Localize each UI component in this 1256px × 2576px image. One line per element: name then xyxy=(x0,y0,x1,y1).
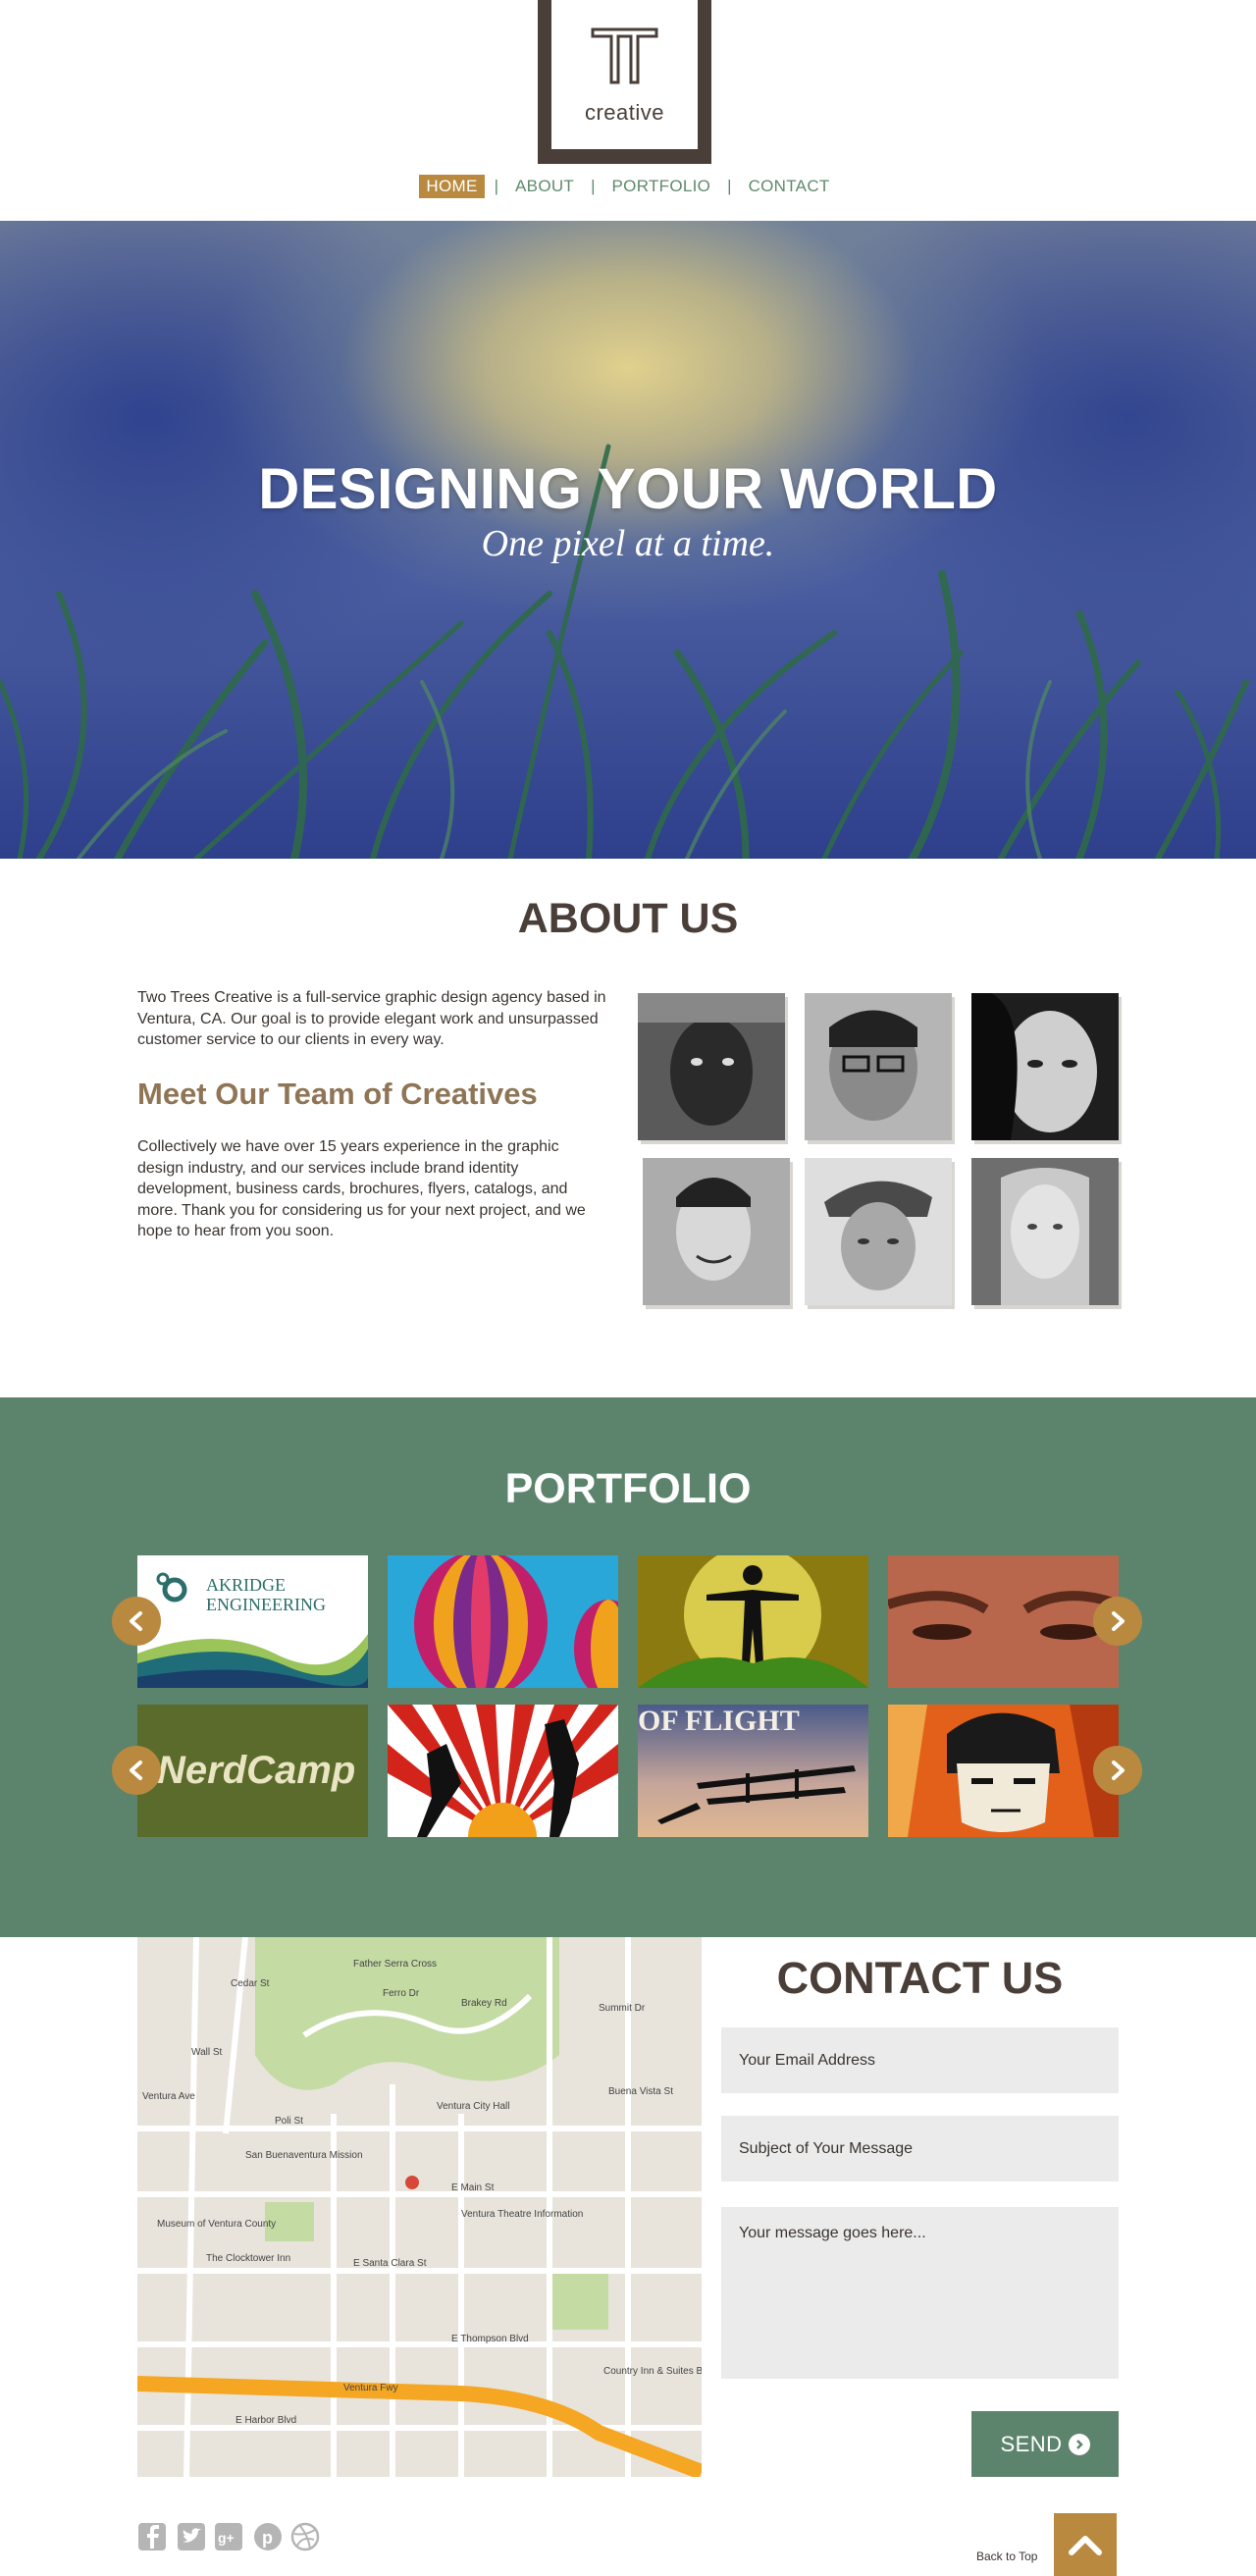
nav-about[interactable]: ABOUT xyxy=(508,175,581,198)
hero-banner: DESIGNING YOUR WORLD One pixel at a time… xyxy=(0,221,1256,859)
svg-text:g+: g+ xyxy=(218,2530,235,2546)
send-label: SEND xyxy=(1000,2431,1063,2456)
portfolio-item[interactable] xyxy=(888,1705,1119,1837)
akridge-text: AKRIDGE xyxy=(206,1575,286,1595)
chevron-left-icon xyxy=(130,1611,142,1631)
back-to-top-button[interactable] xyxy=(1054,2513,1117,2576)
svg-text:p: p xyxy=(262,2528,273,2548)
portfolio-item[interactable]: OF FLIGHT xyxy=(638,1705,868,1837)
hero-title: DESIGNING YOUR WORLD xyxy=(258,457,998,521)
contact-title: CONTACT US xyxy=(776,1953,1064,2003)
chevron-left-icon xyxy=(130,1761,142,1780)
svg-text:Poli St: Poli St xyxy=(275,2116,303,2127)
about-title: ABOUT US xyxy=(517,895,739,942)
team-photo xyxy=(805,993,952,1140)
team-photo xyxy=(971,1158,1119,1305)
svg-text:E Harbor Blvd: E Harbor Blvd xyxy=(236,2415,296,2426)
portfolio-next-button[interactable] xyxy=(1093,1746,1142,1795)
portfolio-item[interactable]: AKRIDGE ENGINEERING xyxy=(137,1555,368,1688)
portfolio-title: PORTFOLIO xyxy=(504,1465,752,1512)
flight-text: OF FLIGHT xyxy=(638,1705,800,1737)
svg-text:Wall St: Wall St xyxy=(191,2047,223,2058)
portfolio-item[interactable] xyxy=(388,1705,618,1837)
team-photo xyxy=(643,1158,790,1305)
illustrated-man-image xyxy=(888,1705,1119,1837)
message-textarea[interactable]: Your message goes here... xyxy=(721,2207,1119,2379)
hot-air-balloon-image xyxy=(414,1555,618,1688)
svg-text:Ventura City Hall: Ventura City Hall xyxy=(437,2101,509,2112)
svg-text:Father Serra Cross: Father Serra Cross xyxy=(353,1959,437,1970)
team-heading: Meet Our Team of Creatives xyxy=(137,1077,538,1111)
svg-text:Ventura Fwy: Ventura Fwy xyxy=(343,2383,398,2393)
svg-text:Ventura Theatre Information: Ventura Theatre Information xyxy=(461,2209,583,2220)
hero-subtitle: One pixel at a time. xyxy=(481,523,775,564)
nav-portfolio[interactable]: PORTFOLIO xyxy=(605,175,718,198)
svg-text:Brakey Rd: Brakey Rd xyxy=(461,1998,507,2009)
man-arms-out-image xyxy=(638,1555,868,1688)
portfolio-item[interactable] xyxy=(388,1555,618,1688)
nav-separator: | xyxy=(727,177,732,195)
back-to-top-label[interactable]: Back to Top xyxy=(976,2550,1037,2563)
portfolio-section: PORTFOLIO AKRIDGE ENGINEERING NerdCamp O… xyxy=(0,1397,1256,1937)
logo-inner: creative xyxy=(551,0,698,149)
team-photo xyxy=(638,993,785,1140)
chevron-up-icon xyxy=(1069,2536,1102,2555)
location-map[interactable]: Father Serra Cross Ferro Dr Brakey Rd Su… xyxy=(137,1937,702,2477)
svg-text:Ferro Dr: Ferro Dr xyxy=(383,1988,420,1999)
team-photo xyxy=(971,993,1119,1140)
logo-wordmark: creative xyxy=(584,100,665,125)
team-text: Collectively we have over 15 years exper… xyxy=(137,1138,586,1239)
arrow-right-icon xyxy=(1068,2433,1090,2455)
portfolio-item[interactable]: NerdCamp xyxy=(137,1705,368,1837)
facebook-icon[interactable] xyxy=(137,2522,167,2551)
svg-text:Museum of Ventura County: Museum of Ventura County xyxy=(157,2219,276,2230)
portfolio-item[interactable] xyxy=(888,1555,1119,1688)
nerdcamp-text: NerdCamp xyxy=(157,1749,355,1792)
chevron-right-icon xyxy=(1112,1611,1125,1631)
svg-text:E Santa Clara St: E Santa Clara St xyxy=(353,2258,427,2269)
nav-home[interactable]: HOME xyxy=(419,175,485,198)
engineering-text: ENGINEERING xyxy=(206,1595,326,1614)
nav-separator: | xyxy=(494,177,499,195)
email-field[interactable]: Your Email Address xyxy=(721,2027,1119,2093)
svg-text:Buena Vista St: Buena Vista St xyxy=(608,2086,673,2097)
nav-contact[interactable]: CONTACT xyxy=(742,175,837,198)
akridge-logo-image: AKRIDGE ENGINEERING xyxy=(137,1572,368,1688)
pinterest-icon[interactable]: p xyxy=(253,2522,283,2551)
nav-separator: | xyxy=(591,177,596,195)
main-nav: HOME | ABOUT | PORTFOLIO | CONTACT xyxy=(0,175,1256,198)
google-plus-icon[interactable]: g+ xyxy=(214,2522,243,2551)
dribbble-icon[interactable] xyxy=(290,2522,320,2551)
send-button[interactable]: SEND xyxy=(971,2411,1119,2477)
svg-text:Cedar St: Cedar St xyxy=(231,1978,270,1989)
svg-text:E Thompson Blvd: E Thompson Blvd xyxy=(451,2334,529,2344)
chevron-right-icon xyxy=(1112,1761,1125,1780)
flight-poster-image: OF FLIGHT xyxy=(638,1705,868,1837)
eyes-closeup-image xyxy=(888,1555,1119,1688)
portfolio-prev-button[interactable] xyxy=(112,1746,161,1795)
svg-text:San Buenaventura Mission: San Buenaventura Mission xyxy=(245,2150,363,2161)
svg-text:Country Inn & Suites By Carlso: Country Inn & Suites By Carlson Ventura xyxy=(603,2366,702,2377)
logo[interactable]: creative xyxy=(538,0,711,164)
rock-band-poster-image xyxy=(388,1705,618,1837)
subject-field[interactable]: Subject of Your Message xyxy=(721,2116,1119,2182)
svg-text:E Main St: E Main St xyxy=(451,2182,495,2193)
team-photo xyxy=(805,1158,952,1305)
twitter-icon[interactable] xyxy=(177,2522,206,2551)
about-intro: Two Trees Creative is a full-service gra… xyxy=(137,989,606,1048)
logo-tt-mark xyxy=(591,27,658,84)
svg-text:The Clocktower Inn: The Clocktower Inn xyxy=(206,2253,290,2264)
nerdcamp-logo-image: NerdCamp xyxy=(137,1705,368,1837)
portfolio-next-button[interactable] xyxy=(1093,1597,1142,1646)
map-canvas: Father Serra Cross Ferro Dr Brakey Rd Su… xyxy=(137,1937,702,2477)
svg-text:Summit Dr: Summit Dr xyxy=(599,2003,646,2014)
portfolio-item[interactable] xyxy=(638,1555,868,1688)
portfolio-prev-button[interactable] xyxy=(112,1597,161,1646)
svg-text:Ventura Ave: Ventura Ave xyxy=(142,2091,195,2102)
